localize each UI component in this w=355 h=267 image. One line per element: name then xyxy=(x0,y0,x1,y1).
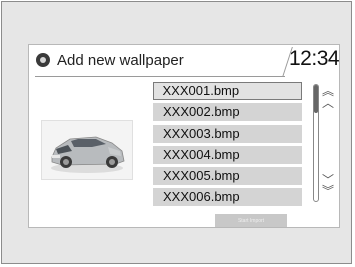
chevron-up-icon[interactable]: ︿ xyxy=(321,97,335,109)
clock: 12:34 xyxy=(289,47,340,70)
file-list-item[interactable]: XXX005.bmp xyxy=(153,167,302,186)
screen-frame: Add new wallpaper 12:34 XXX001.bmp XXX002… xyxy=(1,1,352,264)
start-import-button[interactable]: Start Import xyxy=(215,214,287,227)
page-title: Add new wallpaper xyxy=(57,52,184,69)
scrollbar[interactable] xyxy=(313,84,319,202)
header: Add new wallpaper 12:34 xyxy=(29,45,339,77)
file-list-item[interactable]: XXX004.bmp xyxy=(153,145,302,164)
display-screen: Add new wallpaper 12:34 XXX001.bmp XXX002… xyxy=(28,44,340,228)
wallpaper-preview xyxy=(41,120,133,180)
file-list-item[interactable]: XXX002.bmp xyxy=(153,103,302,122)
file-list-item[interactable]: XXX003.bmp xyxy=(153,124,302,143)
file-list-item[interactable]: XXX006.bmp xyxy=(153,188,302,207)
file-list-item[interactable]: XXX001.bmp xyxy=(153,82,302,100)
header-divider xyxy=(35,76,285,77)
double-chevron-up-icon[interactable]: ︽ xyxy=(321,85,335,97)
scroll-thumb[interactable] xyxy=(314,85,318,113)
file-list: XXX001.bmp XXX002.bmp XXX003.bmp XXX004.bmp… xyxy=(153,82,302,210)
car-image xyxy=(51,136,125,173)
double-chevron-down-icon[interactable]: ︾ xyxy=(321,185,335,197)
settings-gear-icon xyxy=(36,53,50,67)
